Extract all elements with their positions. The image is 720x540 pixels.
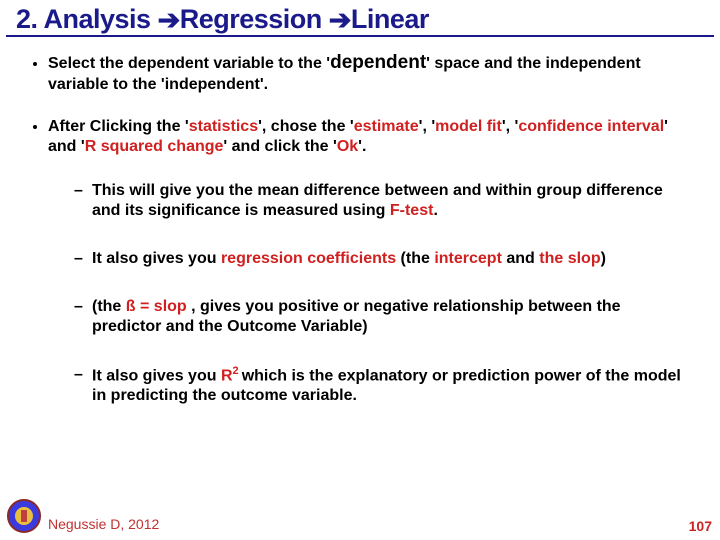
- text: ', ': [419, 118, 436, 135]
- confidence-interval-word: confidence interval: [518, 118, 664, 135]
- text: ): [601, 250, 606, 267]
- intercept-word: intercept: [434, 250, 502, 267]
- arrow-icon: ➔: [329, 5, 351, 36]
- university-logo-icon: [6, 498, 42, 534]
- beta-slop-word: ß = slop: [126, 298, 191, 315]
- title-last: Linear: [351, 4, 429, 34]
- arrow-icon: ➔: [158, 5, 180, 36]
- slide-title: 2. Analysis ➔Regression ➔Linear: [6, 0, 714, 37]
- statistics-word: statistics: [189, 118, 258, 135]
- title-mid: Regression: [180, 4, 329, 34]
- estimate-word: estimate: [354, 118, 419, 135]
- text: ', chose the ': [258, 118, 354, 135]
- sub-list: This will give you the mean difference b…: [48, 181, 694, 406]
- text: (the: [92, 298, 126, 315]
- bullet-2: After Clicking the 'statistics', chose t…: [48, 117, 694, 406]
- text: ' and click the ': [223, 138, 336, 155]
- title-prefix: 2. Analysis: [16, 4, 158, 34]
- text: This will give you the mean difference b…: [92, 182, 663, 219]
- r-squared-sup: 2: [233, 365, 242, 377]
- sub-4: It also gives you R2 which is the explan…: [74, 365, 694, 406]
- slop-word: the slop: [539, 250, 600, 267]
- text: (the: [396, 250, 434, 267]
- sub-1: This will give you the mean difference b…: [74, 181, 694, 221]
- slide: 2. Analysis ➔Regression ➔Linear Select t…: [0, 0, 720, 540]
- model-fit-word: model fit: [435, 118, 502, 135]
- text: After Clicking the ': [48, 118, 189, 135]
- text: .: [433, 202, 437, 219]
- text: ', ': [502, 118, 519, 135]
- r-word: R: [221, 367, 233, 384]
- footer-credit: Negussie D, 2012: [48, 516, 159, 532]
- text: '.: [358, 138, 366, 155]
- dependent-word: dependent: [330, 52, 426, 73]
- bullet-1: Select the dependent variable to the 'de…: [48, 51, 694, 95]
- sub-3: (the ß = slop , gives you positive or ne…: [74, 297, 694, 337]
- ok-word: Ok: [337, 138, 358, 155]
- text: and: [502, 250, 539, 267]
- text: It also gives you: [92, 367, 221, 384]
- r-squared-change-word: R squared change: [85, 138, 224, 155]
- f-test-word: F-test: [390, 202, 434, 219]
- bullet-list: Select the dependent variable to the 'de…: [0, 51, 720, 406]
- regression-coefficients-word: regression coefficients: [221, 250, 396, 267]
- page-number: 107: [689, 518, 712, 534]
- text: Select the dependent variable to the ': [48, 55, 330, 72]
- text: It also gives you: [92, 250, 221, 267]
- sub-2: It also gives you regression coefficient…: [74, 249, 694, 269]
